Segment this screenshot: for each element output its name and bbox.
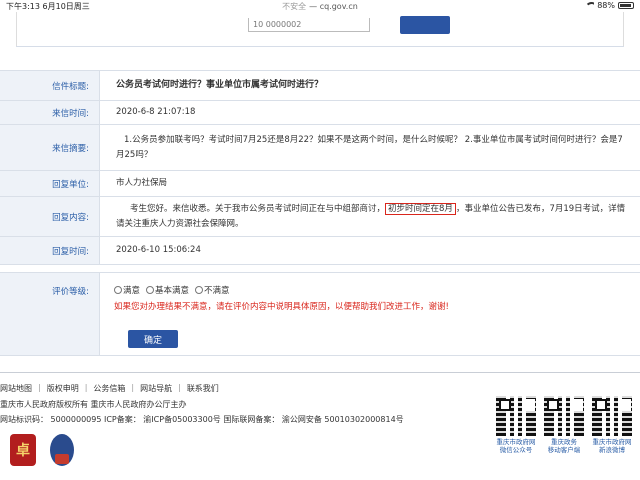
sep-dot: — bbox=[309, 2, 320, 11]
footer-divider bbox=[0, 372, 640, 373]
summary-label: 来信摘要: bbox=[0, 125, 100, 170]
title-label: 信件标题: bbox=[0, 71, 100, 100]
footer-links: 网站地图 | 版权申明 | 公务信箱 | 网站导航 | 联系我们 bbox=[0, 383, 219, 394]
left-border bbox=[16, 12, 17, 46]
row-summary: 来信摘要: 1.公务员参加联考吗？考试时间7月25还是8月22？如果不是这两个时… bbox=[0, 125, 640, 171]
row-reply-time: 回复时间: 2020-6-10 15:06:24 bbox=[0, 237, 640, 265]
divider bbox=[16, 46, 624, 47]
rating-body: 满意 基本满意 不满意 如果您对办理结果不满意，请在评价内容中说明具体原因，以便… bbox=[100, 273, 640, 355]
wifi-icon bbox=[585, 2, 595, 9]
received-label: 来信时间: bbox=[0, 101, 100, 124]
row-title: 信件标题: 公务员考试何时进行？事业单位市属考试何时进行？ bbox=[0, 71, 640, 101]
summary-line-2: 月25吗？ bbox=[116, 149, 153, 160]
query-button[interactable] bbox=[400, 16, 450, 34]
address-bar[interactable]: 不安全 — cq.gov.cn bbox=[0, 1, 640, 12]
footer-link-nav[interactable]: 网站导航 bbox=[140, 383, 172, 394]
url-text: cq.gov.cn bbox=[319, 2, 358, 11]
separator: | bbox=[84, 383, 88, 392]
row-reply-content: 回复内容: 考生您好。来信收悉。关于我市公务员考试时间正在与中组部商讨， 初步时间… bbox=[0, 197, 640, 237]
footer-link-copyright[interactable]: 版权申明 bbox=[47, 383, 79, 394]
reply-unit: 市人力社保局 bbox=[116, 178, 168, 188]
radio-icon[interactable] bbox=[146, 286, 155, 294]
battery-percent: 88% bbox=[597, 1, 615, 10]
battery-icon bbox=[618, 2, 634, 9]
reply-part-2: ，事业单位公告已发布，7月19日考试，详情 bbox=[455, 203, 626, 214]
status-right: 88% bbox=[585, 1, 634, 10]
footer-link-contact[interactable]: 联系我们 bbox=[187, 383, 219, 394]
gov-site-badge-icon[interactable]: 卓 bbox=[10, 434, 36, 466]
qr-label: 重庆市政府网 微信公众号 bbox=[496, 438, 536, 454]
reply-time-label: 回复时间: bbox=[0, 237, 100, 264]
summary-line-1: 1.公务员参加联考吗？考试时间7月25还是8月22？如果不是这两个时间，是什么时… bbox=[124, 134, 623, 145]
row-reply-unit: 回复单位: 市人力社保局 bbox=[0, 171, 640, 197]
qr-codes: 重庆市政府网 微信公众号 重庆政务 移动客户端 重庆市政府网 新浪微博 bbox=[496, 396, 632, 454]
footer-registration: 网站标识码： 5000000095 ICP备案： 渝ICP备05003300号 … bbox=[0, 415, 404, 424]
row-received-time: 来信时间: 2020-6-8 21:07:18 bbox=[0, 101, 640, 125]
rating-option-unsatisfied[interactable]: 不满意 bbox=[195, 284, 230, 296]
qr-code-icon bbox=[544, 396, 584, 436]
insecure-label: 不安全 bbox=[282, 2, 307, 11]
footer-copyright: 重庆市人民政府版权所有 重庆市人民政府办公厅主办 bbox=[0, 400, 187, 409]
reply-content-label: 回复内容: bbox=[0, 197, 100, 236]
status-bar: 下午3:13 6月10日周三 不安全 — cq.gov.cn 88% bbox=[0, 0, 640, 12]
highlighted-text: 初步时间定在8月 bbox=[385, 202, 456, 215]
qr-label: 重庆市政府网 新浪微博 bbox=[592, 438, 632, 454]
radio-icon[interactable] bbox=[114, 286, 122, 294]
qr-weibo: 重庆市政府网 新浪微博 bbox=[592, 396, 632, 454]
reply-unit-label: 回复单位: bbox=[0, 171, 100, 196]
right-border bbox=[623, 12, 624, 46]
rating-option-satisfied[interactable]: 满意 bbox=[114, 284, 140, 296]
battery-fill bbox=[620, 4, 631, 7]
separator: | bbox=[178, 383, 181, 392]
letter-table: 信件标题: 公务员考试何时进行？事业单位市属考试何时进行？ 来信时间: 2020… bbox=[0, 70, 640, 265]
reply-line-1: 考生您好。来信收悉。关于我市公务员考试时间正在与中组部商讨， 初步时间定在8月 ，事… bbox=[116, 202, 625, 217]
letter-title: 公务员考试何时进行？事业单位市属考试何时进行？ bbox=[116, 80, 324, 90]
rating-section: 评价等级: 满意 基本满意 不满意 如果您对办理结果不满意，请在评价内容中说明具… bbox=[0, 272, 640, 356]
rating-note: 如果您对办理结果不满意，请在评价内容中说明具体原因，以便帮助我们改进工作，谢谢! bbox=[114, 302, 449, 312]
rating-options: 满意 基本满意 不满意 bbox=[114, 284, 632, 296]
reply-time: 2020-6-10 15:06:24 bbox=[116, 245, 201, 255]
qr-code-icon bbox=[496, 396, 536, 436]
qr-code-icon bbox=[592, 396, 632, 436]
reply-content: 考生您好。来信收悉。关于我市公务员考试时间正在与中组部商讨， 初步时间定在8月 ，事… bbox=[100, 197, 640, 236]
footer-badges: 卓 bbox=[10, 434, 74, 466]
police-badge-icon[interactable] bbox=[50, 434, 74, 466]
reply-part-1: 考生您好。来信收悉。关于我市公务员考试时间正在与中组部商讨， bbox=[130, 203, 386, 214]
reply-line-2: 请关注重庆人力资源社会保障网。 bbox=[116, 218, 244, 229]
received-time: 2020-6-8 21:07:18 bbox=[116, 107, 196, 117]
footer-link-mailbox[interactable]: 公务信箱 bbox=[93, 383, 125, 394]
confirm-button[interactable]: 确定 bbox=[128, 330, 178, 348]
rating-option-basic[interactable]: 基本满意 bbox=[146, 284, 189, 296]
qr-wechat: 重庆市政府网 微信公众号 bbox=[496, 396, 536, 454]
rating-label: 评价等级: bbox=[0, 273, 100, 355]
top-form-area: 10 0000002 bbox=[0, 12, 640, 47]
qr-app: 重庆政务 移动客户端 bbox=[544, 396, 584, 454]
qr-label: 重庆政务 移动客户端 bbox=[547, 438, 581, 454]
separator: | bbox=[38, 383, 41, 392]
summary-text: 1.公务员参加联考吗？考试时间7月25还是8月22？如果不是这两个时间，是什么时… bbox=[100, 125, 640, 170]
query-code-field[interactable]: 10 0000002 bbox=[248, 18, 370, 32]
separator: | bbox=[131, 383, 135, 392]
radio-icon[interactable] bbox=[195, 286, 204, 294]
badge-shape bbox=[55, 454, 69, 464]
footer-link-sitemap[interactable]: 网站地图 bbox=[0, 383, 32, 394]
